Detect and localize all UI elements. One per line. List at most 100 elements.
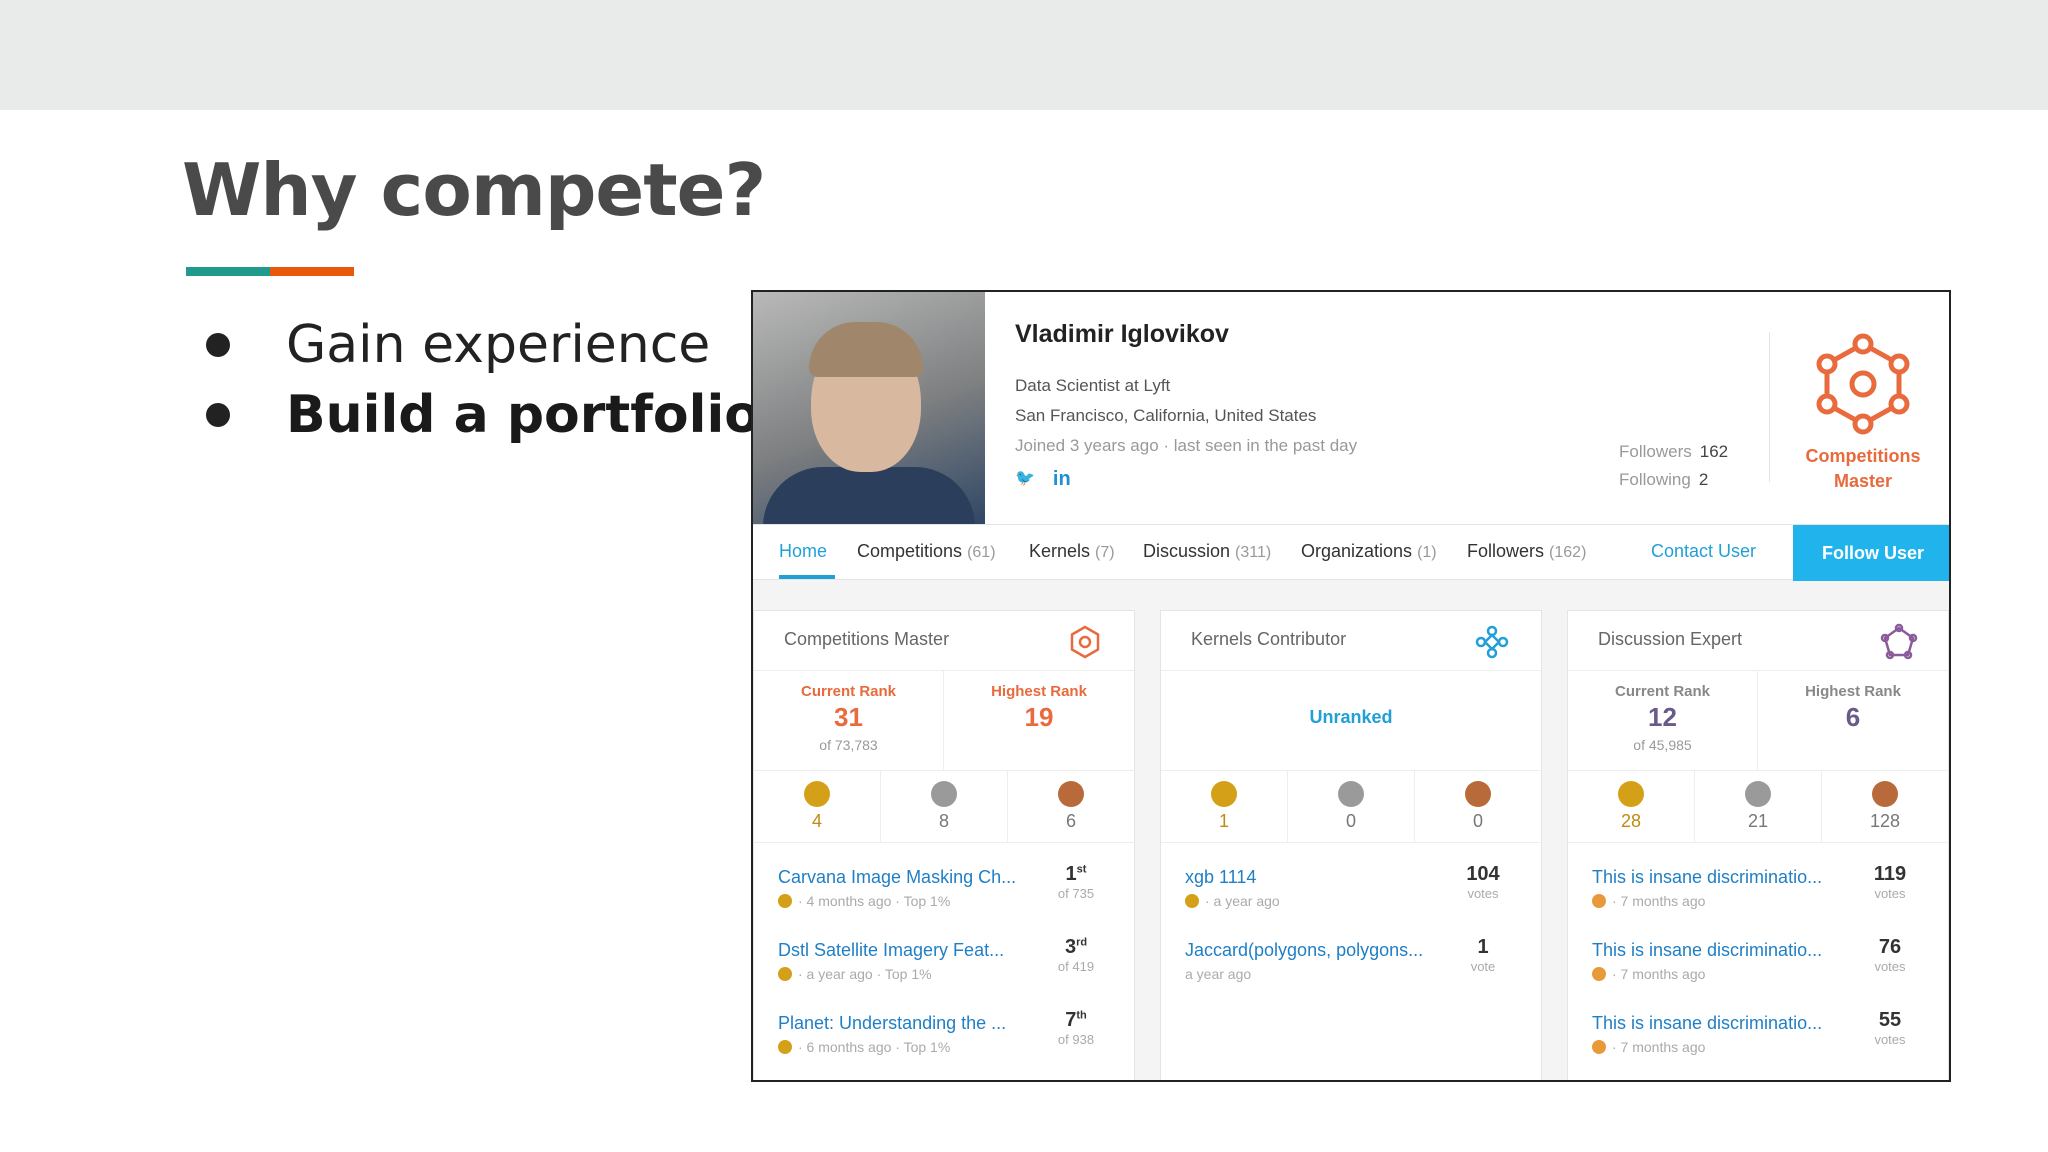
silver-medal-icon [931,781,957,807]
highest-rank-label: Highest Rank [991,683,1087,700]
gold-medal-icon [778,967,792,981]
follow-stats: Followers 162 Following 2 [1619,438,1728,494]
highest-rank-value: 6 [1845,702,1861,732]
current-rank-value: 12 [1648,702,1677,732]
item-title[interactable]: Planet: Understanding the ... [778,1013,1006,1034]
current-rank-of: of 73,783 [819,737,878,753]
bullet-text: Build a portfolio [286,385,760,445]
silver-count: 8 [938,811,949,831]
profile-screenshot: Vladimir Iglovikov Data Scientist at Lyf… [751,290,1951,1082]
badge-label-line2: Master [1833,471,1893,491]
silver-medal-icon [1338,781,1364,807]
item-title[interactable]: Jaccard(polygons, polygons... [1185,940,1423,961]
item-title[interactable]: xgb 1114 [1185,867,1256,888]
profile-name: Vladimir Iglovikov [1015,320,1229,348]
discussion-icon [1880,623,1918,660]
linkedin-icon[interactable]: in [1053,468,1071,491]
bullet-item: Build a portfolio [200,380,760,450]
twitter-icon[interactable]: 🐦 [1015,468,1035,491]
silver-count: 0 [1345,811,1356,831]
tab-organizations[interactable]: Organizations (1) [1301,541,1437,562]
kernels-icon [1475,625,1509,659]
list-item[interactable]: Carvana Image Masking Ch... · 4 months a… [754,849,1134,922]
bullet-list: Gain experience Build a portfolio [200,310,760,450]
list-item[interactable]: This is insane discriminatio... · 7 mont… [1568,849,1948,922]
current-rank-value: 31 [834,702,863,732]
highest-rank-value: 19 [1024,702,1054,732]
list-item[interactable]: xgb 1114 · a year ago 104 votes [1161,849,1541,922]
avatar [753,292,985,524]
bullet-text: Gain experience [286,315,711,375]
item-title[interactable]: This is insane discriminatio... [1592,1013,1822,1034]
gold-count: 1 [1218,811,1229,831]
tab-discussion[interactable]: Discussion (311) [1143,541,1271,562]
item-title[interactable]: Carvana Image Masking Ch... [778,867,1016,888]
badge-label-line1: Competitions [1805,446,1921,466]
bronze-medal-icon [1872,781,1898,807]
competitions-card: Competitions Master Current Rank 31 of 7… [753,610,1135,1080]
card-title: Competitions Master [784,629,950,649]
bronze-count: 128 [1869,811,1901,831]
bullet-item: Gain experience [200,310,760,380]
following-label: Following [1619,470,1691,489]
follow-user-button[interactable]: Follow User [1793,525,1949,581]
bullet-dot-icon [206,403,230,427]
current-rank-of: of 45,985 [1633,737,1692,753]
profile-job: Data Scientist at Lyft [1015,376,1171,395]
item-title[interactable]: Dstl Satellite Imagery Feat... [778,940,1004,961]
gold-medal-icon [1618,781,1644,807]
item-title[interactable]: This is insane discriminatio... [1592,867,1822,888]
bronze-medal-icon [1465,781,1491,807]
card-title: Discussion Expert [1598,629,1743,649]
profile-joined: Joined 3 years ago · last seen in the pa… [1015,436,1358,455]
bronze-count: 0 [1472,811,1483,831]
contact-user-link[interactable]: Contact User [1651,541,1756,562]
profile-location: San Francisco, California, United States [1015,406,1317,425]
highest-rank-label: Highest Rank [1805,683,1901,700]
tab-kernels[interactable]: Kernels (7) [1029,541,1115,562]
bronze-medal-icon [1592,967,1606,981]
bronze-medal-icon [1592,894,1606,908]
bullet-dot-icon [206,333,230,357]
gold-medal-icon [1185,894,1199,908]
slide-top-band [0,0,2048,110]
gold-medal-icon [804,781,830,807]
followers-label: Followers [1619,442,1692,461]
competitions-icon [1070,625,1100,659]
social-links: 🐦 in [1015,468,1071,491]
followers-count: 162 [1699,442,1729,461]
unranked-label: Unranked [1309,707,1393,727]
gold-medal-icon [1211,781,1237,807]
active-tab-indicator [779,575,835,579]
bronze-medal-icon [1592,1040,1606,1054]
following-count: 2 [1698,470,1709,489]
kernels-card: Kernels Contributor Unranked 1 0 0 xgb 1… [1160,610,1542,1080]
card-title: Kernels Contributor [1191,629,1347,649]
list-item[interactable]: Dstl Satellite Imagery Feat... · a year … [754,922,1134,995]
profile-header: Vladimir Iglovikov Data Scientist at Lyf… [753,292,1949,524]
gold-medal-icon [778,894,792,908]
bronze-medal-icon [1058,781,1084,807]
competitions-badge-icon [1816,333,1910,435]
list-item[interactable]: Planet: Understanding the ... · 6 months… [754,995,1134,1068]
discussion-card: Discussion Expert Current Rank 12 of 45,… [1567,610,1949,1080]
silver-medal-icon [1745,781,1771,807]
list-item[interactable]: This is insane discriminatio... · 7 mont… [1568,995,1948,1068]
tab-home[interactable]: Home [779,541,827,562]
tab-competitions[interactable]: Competitions (61) [857,541,996,562]
bronze-count: 6 [1065,811,1076,831]
tab-followers[interactable]: Followers (162) [1467,541,1586,562]
list-item[interactable]: Jaccard(polygons, polygons... a year ago… [1161,922,1541,995]
gold-count: 4 [811,811,822,831]
competitions-master-badge: Competitions Master [1793,332,1933,494]
slide-title: Why compete? [182,148,766,232]
gold-count: 28 [1620,811,1642,831]
item-title[interactable]: This is insane discriminatio... [1592,940,1822,961]
current-rank-label: Current Rank [800,683,897,700]
title-accent-bar [186,267,354,276]
list-item[interactable]: This is insane discriminatio... · 7 mont… [1568,922,1948,995]
current-rank-label: Current Rank [1614,683,1711,700]
profile-tabs: Home Competitions (61) Kernels (7) Discu… [753,524,1949,581]
gold-medal-icon [778,1040,792,1054]
silver-count: 21 [1747,811,1769,831]
